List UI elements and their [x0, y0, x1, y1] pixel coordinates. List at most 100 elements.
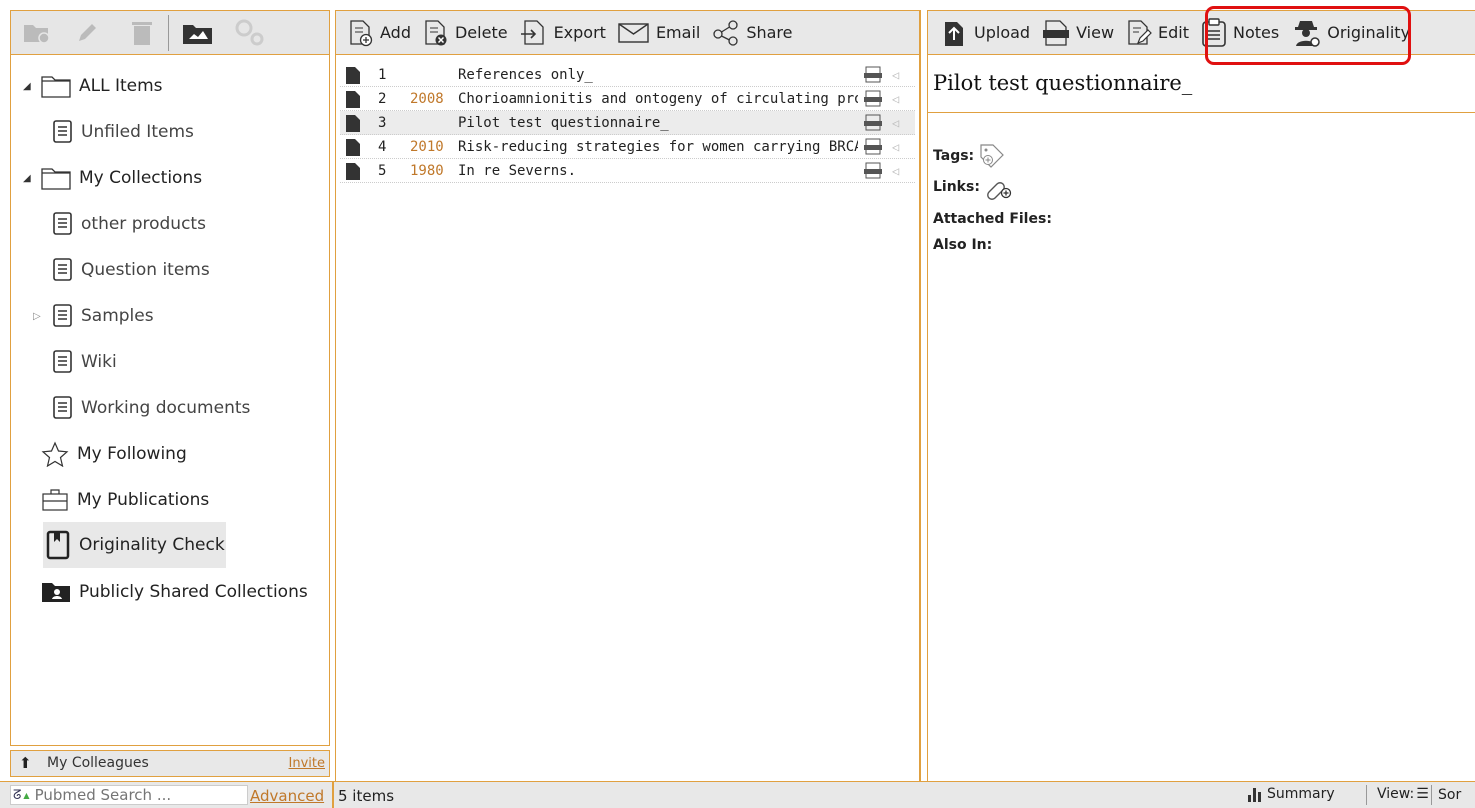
item-number: 4 — [378, 138, 387, 155]
tree-item-all-items[interactable]: ALL Items — [41, 66, 163, 106]
item-title: References only_ — [458, 66, 593, 83]
edit-document-icon — [1128, 19, 1152, 45]
document-icon — [53, 350, 72, 373]
list-item-selected[interactable]: 3 Pilot test questionnaire_ ◁ — [340, 111, 915, 135]
expand-caret-icon[interactable]: ◢ — [23, 81, 31, 92]
item-year: 2010 — [410, 138, 444, 155]
email-button[interactable]: Email — [618, 22, 700, 44]
list-item[interactable]: 5 1980 In re Severns. ◁ — [340, 159, 915, 183]
edit-pencil-icon[interactable] — [75, 21, 99, 49]
collapsed-caret-icon[interactable]: ▷ — [33, 311, 41, 322]
share-button[interactable]: Share — [712, 19, 793, 46]
tree-item-other-products[interactable]: other products — [53, 204, 206, 244]
item-title: In re Severns. — [458, 162, 577, 179]
pdf-attachment-icon[interactable] — [864, 162, 882, 179]
bookmark-icon — [46, 530, 70, 560]
new-folder-icon[interactable] — [23, 21, 51, 47]
list-view-icon: ☰ — [1416, 786, 1429, 802]
export-button[interactable]: Export — [520, 19, 606, 47]
also-in-label: Also In: — [933, 237, 993, 253]
tags-row: Tags: — [933, 142, 1006, 170]
docx-attachment-icon[interactable] — [864, 114, 882, 131]
tree-item-publicly-shared[interactable]: Publicly Shared Collections — [41, 572, 308, 612]
collections-panel: ◢ ALL Items Unfiled Items ◢ My Collectio… — [10, 10, 330, 746]
summary-label: Summary — [1267, 786, 1335, 802]
flag-icon[interactable]: ◁ — [892, 68, 899, 82]
dna-icon[interactable]: ᘔ — [13, 788, 21, 803]
tags-label: Tags: — [933, 148, 975, 164]
tree-item-my-publications[interactable]: My Publications — [41, 480, 209, 520]
flag-icon[interactable]: ◁ — [892, 116, 899, 130]
add-tag-icon[interactable] — [978, 142, 1006, 170]
view-button[interactable]: View — [1042, 19, 1114, 47]
tree-item-wiki[interactable]: Wiki — [53, 342, 117, 382]
pubmed-search-input[interactable] — [32, 785, 217, 805]
detail-divider — [928, 112, 1475, 113]
flag-icon[interactable]: ◁ — [892, 140, 899, 154]
tree-item-unfiled[interactable]: Unfiled Items — [53, 112, 194, 152]
add-button[interactable]: Add — [348, 19, 411, 47]
item-number: 5 — [378, 162, 387, 179]
upload-icon — [945, 21, 963, 46]
items-list: 1 References only_ ◁ 2 2008 Chorioamnion… — [340, 63, 915, 183]
items-toolbar: Add Delete Export Email Share — [336, 11, 919, 55]
invite-link[interactable]: Invite — [289, 756, 325, 771]
item-year: 1980 — [410, 162, 444, 179]
edit-button[interactable]: Edit — [1126, 19, 1189, 47]
tree-item-question-items[interactable]: Question items — [53, 250, 210, 290]
item-title: Chorioamnionitis and ontogeny of circula… — [458, 90, 858, 107]
detail-title: Pilot test questionnaire_ — [933, 71, 1193, 95]
tree-item-samples[interactable]: Samples — [53, 296, 154, 336]
dropdown-caret-icon[interactable]: ▲ — [23, 791, 29, 800]
sort-button[interactable]: Sor — [1438, 787, 1461, 803]
list-item[interactable]: 4 2010 Risk-reducing strategies for wome… — [340, 135, 915, 159]
docx-attachment-icon[interactable] — [864, 66, 882, 83]
delete-document-icon — [425, 19, 447, 45]
item-title: Risk-reducing strategies for women carry… — [458, 138, 858, 155]
edit-label: Edit — [1158, 23, 1190, 42]
flag-icon[interactable]: ◁ — [892, 164, 899, 178]
tree-item-label: other products — [81, 214, 206, 234]
items-panel: Add Delete Export Email Share 1 Referenc… — [335, 10, 921, 782]
advanced-search-link[interactable]: Advanced — [250, 787, 324, 805]
item-title: Pilot test questionnaire_ — [458, 114, 669, 131]
briefcase-icon — [42, 489, 68, 511]
pdf-attachment-icon[interactable] — [864, 138, 882, 155]
item-count: 5 items — [338, 787, 395, 805]
trash-icon[interactable] — [131, 20, 153, 50]
envelope-icon — [618, 22, 649, 43]
export-label: Export — [553, 23, 606, 42]
shared-folder-icon — [42, 583, 70, 602]
view-mode-button[interactable]: View: ☰ — [1377, 786, 1429, 802]
file-icon — [346, 115, 360, 132]
tree-item-label: Question items — [81, 260, 210, 280]
settings-gears-icon[interactable] — [233, 17, 267, 51]
item-number: 3 — [378, 114, 387, 131]
status-divider — [332, 782, 334, 808]
flag-icon[interactable]: ◁ — [892, 92, 899, 106]
tree-item-my-collections[interactable]: My Collections — [41, 158, 202, 198]
links-row: Links: — [933, 174, 1014, 200]
folder-icon — [41, 76, 71, 98]
expand-caret-icon[interactable]: ◢ — [23, 173, 31, 184]
tree-item-my-following[interactable]: My Following — [41, 434, 187, 474]
file-icon — [346, 139, 360, 156]
tree-item-originality-check[interactable]: Originality Check — [43, 522, 226, 568]
item-number: 1 — [378, 66, 387, 83]
document-icon — [53, 396, 72, 419]
tree-item-label: Originality Check — [79, 535, 225, 555]
my-colleagues-label[interactable]: My Colleagues — [47, 755, 149, 771]
pdf-attachment-icon[interactable] — [864, 90, 882, 107]
list-item[interactable]: 1 References only_ ◁ — [340, 63, 915, 87]
bar-chart-icon — [1248, 788, 1261, 802]
delete-button[interactable]: Delete — [423, 19, 508, 47]
summary-button[interactable]: Summary — [1248, 786, 1335, 802]
add-link-icon[interactable] — [984, 174, 1014, 200]
list-item[interactable]: 2 2008 Chorioamnionitis and ontogeny of … — [340, 87, 915, 111]
gallery-folder-icon[interactable] — [181, 19, 215, 51]
document-icon — [53, 258, 72, 281]
tree-item-working-documents[interactable]: Working documents — [53, 388, 250, 428]
item-number: 2 — [378, 90, 387, 107]
tree-item-label: Working documents — [81, 398, 251, 418]
upload-button[interactable]: Upload — [942, 18, 1030, 48]
